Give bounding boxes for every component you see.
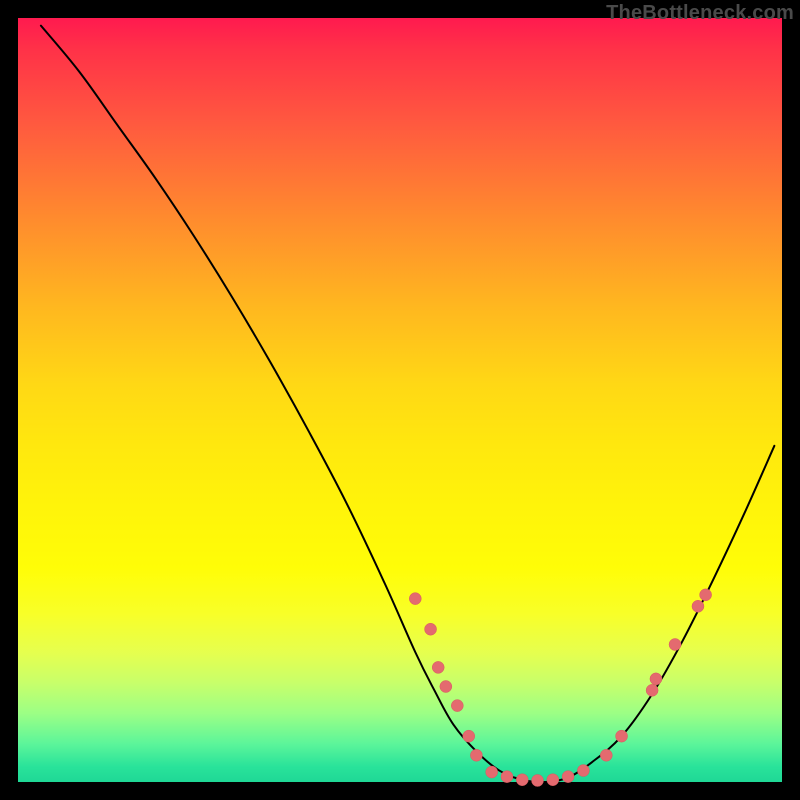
data-marker — [616, 730, 628, 742]
data-marker — [650, 673, 662, 685]
data-marker — [669, 638, 681, 650]
data-marker — [501, 771, 513, 783]
watermark-text: TheBottleneck.com — [606, 2, 794, 25]
data-marker — [425, 623, 437, 635]
data-marker — [577, 765, 589, 777]
curve-line — [41, 26, 774, 782]
data-marker — [486, 766, 498, 778]
data-marker — [600, 749, 612, 761]
plot-area — [18, 18, 782, 782]
chart-stage: TheBottleneck.com — [0, 0, 800, 800]
data-marker — [516, 774, 528, 786]
data-marker — [440, 681, 452, 693]
data-marker — [409, 593, 421, 605]
data-marker — [470, 749, 482, 761]
data-marker — [547, 774, 559, 786]
data-marker — [700, 589, 712, 601]
data-marker — [463, 730, 475, 742]
data-marker — [432, 661, 444, 673]
data-marker — [562, 771, 574, 783]
chart-svg — [18, 18, 782, 782]
marker-group — [409, 589, 711, 787]
data-marker — [451, 700, 463, 712]
data-marker — [532, 774, 544, 786]
data-marker — [646, 684, 658, 696]
data-marker — [692, 600, 704, 612]
